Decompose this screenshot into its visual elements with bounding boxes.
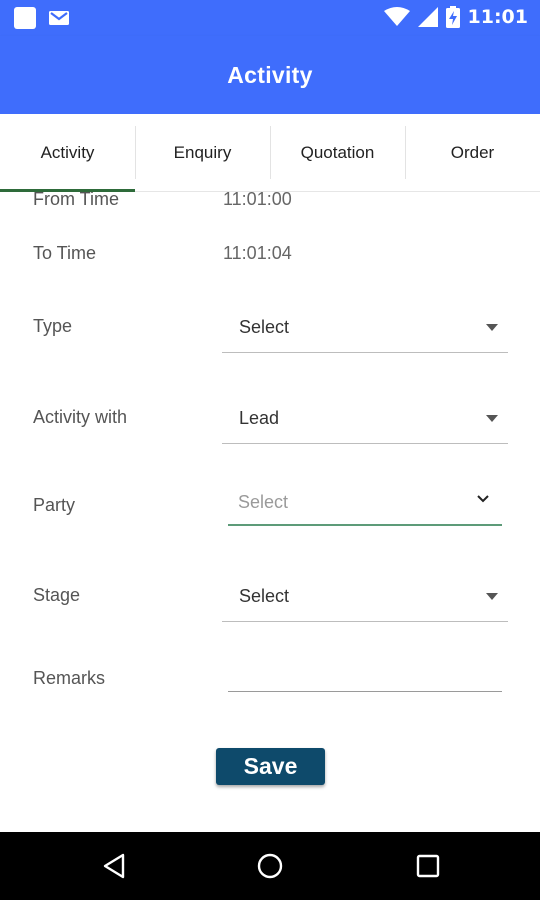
from-time-label: From Time: [33, 192, 120, 209]
activity-with-select[interactable]: Lead: [222, 398, 508, 444]
tab-quotation[interactable]: Quotation: [270, 114, 405, 191]
tab-label: Activity: [40, 142, 95, 162]
gmail-icon: [49, 11, 69, 25]
from-time-value: 11:01:00: [223, 192, 292, 209]
navigation-bar: [0, 832, 540, 900]
home-icon: [257, 853, 283, 879]
status-time: 11:01: [467, 6, 528, 28]
stage-select-value: Select: [239, 586, 290, 606]
remarks-label: Remarks: [33, 668, 106, 688]
status-bar: 11:01: [0, 0, 540, 36]
tab-order[interactable]: Order: [405, 114, 540, 191]
stage-select[interactable]: Select: [222, 576, 508, 622]
app-square-icon: [14, 7, 36, 29]
stage-label: Stage: [33, 585, 81, 605]
tab-bar: Activity Enquiry Quotation Order: [0, 114, 540, 192]
wifi-icon: [383, 7, 410, 26]
tab-activity[interactable]: Activity: [0, 114, 135, 192]
battery-charging-icon: [445, 6, 460, 28]
to-time-value: 11:01:04: [223, 243, 292, 263]
type-select-value: Select: [239, 317, 290, 337]
activity-form: From Time 11:01:00 To Time 11:01:04 Type…: [0, 192, 540, 832]
type-label: Type: [33, 316, 73, 336]
chevron-down-icon: [477, 495, 489, 503]
dropdown-arrow-icon: [486, 415, 498, 422]
home-button[interactable]: [252, 850, 288, 882]
back-button[interactable]: [96, 850, 132, 882]
recents-icon: [416, 854, 440, 878]
remarks-input[interactable]: [228, 652, 502, 692]
page-title: Activity: [227, 61, 313, 88]
cell-signal-icon: [417, 7, 438, 27]
recents-button[interactable]: [410, 850, 446, 882]
back-icon: [103, 853, 125, 879]
party-select-placeholder: Select: [238, 492, 289, 512]
dropdown-arrow-icon: [486, 324, 498, 331]
tab-label: Quotation: [300, 142, 375, 162]
activity-with-label: Activity with: [33, 407, 128, 427]
party-label: Party: [33, 495, 76, 515]
tab-label: Enquiry: [173, 142, 232, 162]
to-time-label: To Time: [33, 243, 97, 263]
save-button[interactable]: Save: [216, 748, 325, 785]
party-select[interactable]: Select: [228, 482, 502, 526]
app-bar: Activity: [0, 36, 540, 114]
activity-with-select-value: Lead: [239, 408, 280, 428]
tab-label: Order: [450, 142, 495, 162]
tab-enquiry[interactable]: Enquiry: [135, 114, 270, 191]
dropdown-arrow-icon: [486, 593, 498, 600]
type-select[interactable]: Select: [222, 307, 508, 353]
